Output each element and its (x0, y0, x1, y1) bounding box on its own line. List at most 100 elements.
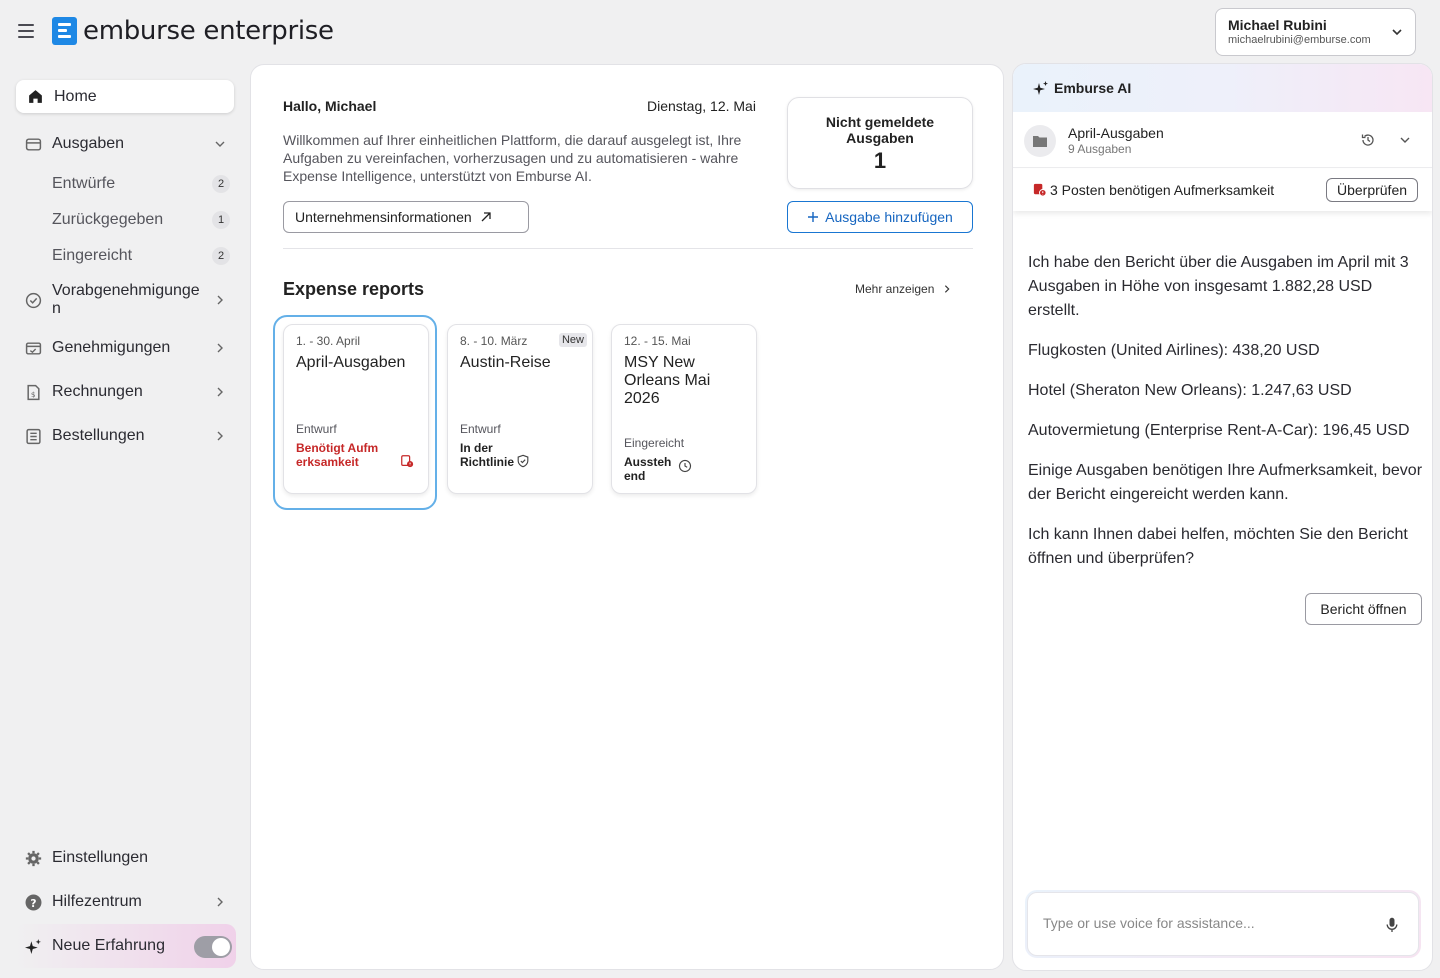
home-icon (29, 90, 42, 103)
greeting: Hallo, Michael (283, 98, 377, 114)
ai-report-title: April-Ausgaben (1068, 125, 1164, 141)
invoice-icon: $ (27, 384, 40, 401)
attention-text: 3 Posten benötigen Aufmerksamkeit (1050, 182, 1275, 198)
plus-icon (808, 212, 819, 222)
sidebar-item-hilfezentrum[interactable]: ? Hilfezentrum (14, 880, 236, 924)
show-more-link[interactable]: Mehr anzeigen (855, 282, 952, 296)
sidebar-item-label: Zurückgegeben (52, 211, 164, 228)
ai-report-context[interactable]: April-Ausgaben 9 Ausgaben (1013, 112, 1432, 168)
sidebar-item-label: Eingereicht (52, 247, 133, 264)
unreported-count: 1 (873, 148, 887, 173)
open-report-button[interactable]: Bericht öffnen (1305, 593, 1422, 625)
ai-message-paragraph: Autovermietung (Enterprise Rent-A-Car): … (1028, 422, 1410, 439)
ai-input-container (1025, 890, 1421, 958)
report-title: Austin-Reise (460, 354, 551, 371)
sidebar-item-vorabgenehmigungen[interactable]: Vorabgenehmigungen (14, 274, 236, 326)
count-badge: 1 (212, 211, 230, 229)
button-label: Ausgabe hinzufügen (825, 209, 953, 225)
shield-check-icon (517, 454, 529, 468)
ai-message-paragraph: Ich habe den Bericht über die Ausgaben i… (1028, 254, 1409, 319)
emburse-logo-icon (52, 17, 77, 45)
user-menu[interactable]: Michael Rubini michaelrubini@emburse.com (1215, 8, 1416, 56)
approval-card-icon (25, 342, 42, 355)
sidebar: Home Ausgaben Entwürfe 2 Zurückgegeben 1… (14, 78, 236, 458)
ai-assistant-panel: Emburse AI April-Ausgaben 9 Ausgaben 3 P… (1012, 63, 1433, 971)
sidebar-item-eingereicht[interactable]: Eingereicht 2 (14, 238, 236, 274)
sidebar-item-label: Einstellungen (52, 849, 149, 866)
sidebar-item-home[interactable]: Home (16, 80, 234, 113)
attention-receipt-icon (401, 455, 414, 468)
order-list-icon (26, 428, 41, 445)
user-name: Michael Rubini (1228, 17, 1327, 33)
attention-receipt-icon (1033, 183, 1047, 197)
report-card-april[interactable]: 1. - 30. April April-Ausgaben Entwurf Be… (283, 324, 429, 502)
sidebar-item-label: Bestellungen (52, 427, 145, 444)
ai-message-paragraph: Ich kann Ihnen dabei helfen, möchten Sie… (1028, 526, 1408, 567)
user-email: michaelrubini@emburse.com (1228, 34, 1371, 46)
sidebar-item-label: Home (54, 87, 97, 105)
chevron-right-icon (217, 387, 223, 397)
hamburger-menu-icon[interactable] (18, 24, 34, 38)
section-title: Expense reports (283, 279, 425, 299)
report-status: Entwurf (296, 422, 337, 436)
microphone-icon[interactable] (1386, 917, 1398, 933)
ai-message-paragraph: Hotel (Sheraton New Orleans): 1.247,63 U… (1028, 382, 1352, 399)
add-expense-button[interactable]: Ausgabe hinzufügen (787, 201, 973, 233)
sidebar-item-label: Genehmigungen (52, 339, 171, 356)
report-substatus: Benötigt Aufmerksamkeit (296, 441, 379, 469)
help-icon: ? (25, 894, 42, 911)
company-info-button[interactable]: Unternehmensinformationen (283, 201, 529, 233)
unreported-expenses-card[interactable]: Nicht gemeldete Ausgaben 1 (787, 97, 973, 189)
ai-chat-input[interactable] (1043, 915, 1363, 931)
chevron-right-icon (217, 343, 223, 353)
sidebar-item-einstellungen[interactable]: Einstellungen (14, 836, 236, 880)
new-badge: New (558, 333, 587, 347)
folder-icon (1024, 125, 1056, 157)
report-card-msy[interactable]: 12. - 15. Mai MSY New Orleans Mai 2026 E… (611, 324, 757, 502)
sidebar-item-genehmigungen[interactable]: Genehmigungen (14, 326, 236, 370)
count-badge: 2 (212, 247, 230, 265)
attention-banner: 3 Posten benötigen Aufmerksamkeit Überpr… (1013, 169, 1432, 211)
external-link-icon (481, 212, 491, 222)
sparkle-icon (1033, 81, 1048, 95)
logo-text: emburse enterprise (83, 16, 334, 46)
sidebar-item-label: Ausgaben (52, 135, 125, 152)
review-button[interactable]: Überprüfen (1326, 178, 1418, 202)
link-label: Mehr anzeigen (855, 282, 935, 296)
sidebar-item-rechnungen[interactable]: $ Rechnungen (14, 370, 236, 414)
sidebar-bottom: Einstellungen ? Hilfezentrum Neue Erfahr… (14, 836, 236, 968)
history-icon[interactable] (1360, 132, 1376, 148)
sidebar-item-bestellungen[interactable]: Bestellungen (14, 414, 236, 458)
ai-input-box (1027, 892, 1419, 956)
sidebar-item-zurueckgegeben[interactable]: Zurückgegeben 1 (14, 202, 236, 238)
report-title: MSY New Orleans Mai 2026 (624, 354, 711, 407)
svg-text:?: ? (30, 897, 36, 910)
chevron-right-icon (217, 431, 223, 441)
report-card-austin[interactable]: 8. - 10. März New Austin-Reise Entwurf I… (447, 324, 593, 502)
chevron-down-icon[interactable] (1399, 134, 1411, 146)
report-substatus: Ausstehend (624, 455, 672, 483)
sidebar-item-entwuerfe[interactable]: Entwürfe 2 (14, 166, 236, 202)
new-experience-toggle[interactable] (194, 936, 232, 958)
ai-message-paragraph: Flugkosten (United Airlines): 438,20 USD (1028, 342, 1320, 359)
sidebar-item-label: Hilfezentrum (52, 893, 142, 910)
count-badge: 2 (212, 175, 230, 193)
clock-icon (678, 459, 692, 473)
button-label: Unternehmensinformationen (295, 209, 472, 225)
intro-text: Willkommen auf Ihrer einheitlichen Platt… (283, 132, 742, 184)
ai-header: Emburse AI (1013, 64, 1432, 112)
sidebar-item-label: Vorabgenehmigungen (52, 282, 200, 317)
gear-icon (25, 850, 42, 867)
chevron-right-icon (217, 295, 223, 305)
ai-title-text: Emburse AI (1054, 80, 1132, 96)
svg-text:$: $ (31, 390, 36, 399)
chevron-down-icon (1392, 29, 1402, 36)
sidebar-item-label: Neue Erfahrung (52, 937, 165, 954)
unreported-label: Nicht gemeldete Ausgaben (825, 114, 935, 146)
report-date: 1. - 30. April (296, 334, 361, 348)
ai-message: Ich habe den Bericht über die Ausgaben i… (1028, 251, 1428, 587)
chevron-down-icon (215, 141, 225, 147)
ai-report-count: 9 Ausgaben (1068, 142, 1132, 156)
sidebar-item-ausgaben[interactable]: Ausgaben (14, 122, 236, 166)
current-date: Dienstag, 12. Mai (647, 98, 756, 114)
